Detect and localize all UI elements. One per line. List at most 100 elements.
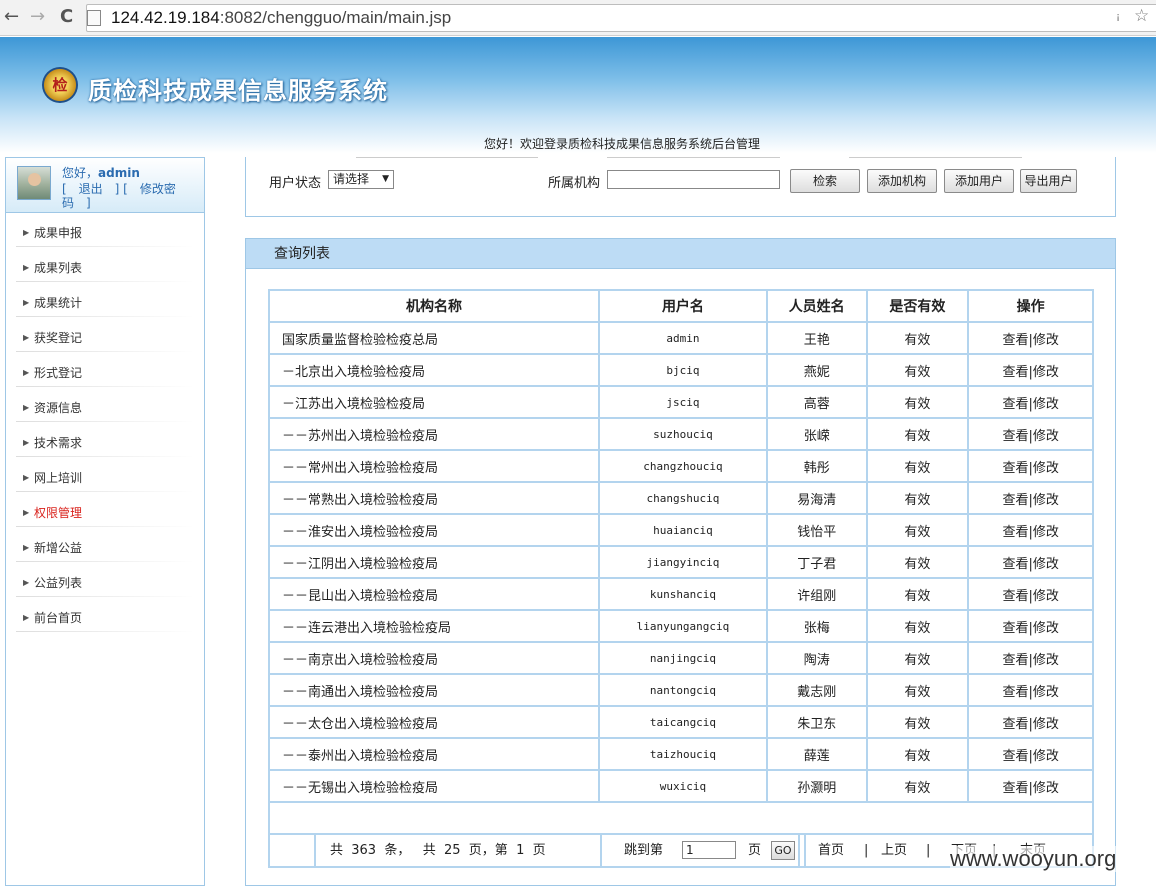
table-row: －－苏州出入境检验检疫局 suzhouciq 张嵘 有效 查看|修改 [267,417,1094,451]
sidebar-item[interactable]: ▶ 成果统计 [6,283,204,318]
valid-cell: 有效 [865,385,970,419]
sidebar-item[interactable]: ▶ 成果列表 [6,248,204,283]
person-name-cell: 韩彤 [765,449,868,483]
view-link[interactable]: 查看 [1002,557,1028,572]
edit-link[interactable]: 修改 [1033,653,1059,668]
forward-icon[interactable]: → [30,6,45,28]
back-icon[interactable]: ← [4,6,19,28]
view-link[interactable]: 查看 [1002,365,1028,380]
sidebar-item-label: 新增公益 [34,541,83,555]
person-name-cell: 朱卫东 [765,705,868,739]
divider [607,157,780,158]
valid-cell: 有效 [865,545,970,579]
view-link[interactable]: 查看 [1002,525,1028,540]
person-name-cell: 钱怡平 [765,513,868,547]
sidebar-item[interactable]: ▶ 资源信息 [6,388,204,423]
username-cell: lianyungangciq [598,609,768,643]
valid-cell: 有效 [865,641,970,675]
first-page-link[interactable]: 首页 [818,835,844,866]
sidebar-item[interactable]: ▶ 形式登记 [6,353,204,388]
table-row: －江苏出入境检验检疫局 jsciq 高蓉 有效 查看|修改 [267,385,1094,419]
sidebar-item[interactable]: ▶ 网上培训 [6,458,204,493]
table-row: －－常州出入境检验检疫局 changzhouciq 韩彤 有效 查看|修改 [267,449,1094,483]
chevron-down-icon: ▼ [382,174,389,184]
sidebar-item-label: 获奖登记 [34,331,83,345]
go-button[interactable]: GO [771,841,795,860]
table-row: －－江阴出入境检验检疫局 jiangyinciq 丁子君 有效 查看|修改 [267,545,1094,579]
search-button[interactable]: 检索 [790,169,860,193]
sidebar-item[interactable]: ▶ 成果申报 [6,213,204,248]
edit-link[interactable]: 修改 [1033,749,1059,764]
chevron-right-icon: ▶ [23,578,30,587]
username-cell: bjciq [598,353,768,387]
edit-link[interactable]: 修改 [1033,685,1059,700]
org-cell: －－昆山出入境检验检疫局 [267,577,601,611]
add-org-button[interactable]: 添加机构 [867,169,937,193]
edit-link[interactable]: 修改 [1033,557,1059,572]
org-label: 所属机构 [548,176,601,191]
page-unit: 页 [748,843,762,858]
view-link[interactable]: 查看 [1002,397,1028,412]
sidebar-item-label: 资源信息 [34,401,83,415]
sidebar-item[interactable]: ▶ 前台首页 [6,598,204,633]
view-link[interactable]: 查看 [1002,749,1028,764]
actions-cell: 查看|修改 [967,385,1094,419]
edit-link[interactable]: 修改 [1033,461,1059,476]
edit-link[interactable]: 修改 [1033,493,1059,508]
table-row: －－南通出入境检验检疫局 nantongciq 戴志刚 有效 查看|修改 [267,673,1094,707]
sidebar-item[interactable]: ▶ 技术需求 [6,423,204,458]
view-link[interactable]: 查看 [1002,333,1028,348]
sidebar-item[interactable]: ▶ 获奖登记 [6,318,204,353]
wrench-icon[interactable]: ꜟ [1116,6,1120,26]
person-name-cell: 许组刚 [765,577,868,611]
view-link[interactable]: 查看 [1002,461,1028,476]
view-link[interactable]: 查看 [1002,781,1028,796]
edit-link[interactable]: 修改 [1033,365,1059,380]
person-name-cell: 易海清 [765,481,868,515]
view-link[interactable]: 查看 [1002,493,1028,508]
separator: | [864,843,869,858]
results-panel: 查询列表 机构名称 用户名 人员姓名 是否有效 操作 国家质量监督检验检疫总局 a… [245,238,1116,886]
edit-link[interactable]: 修改 [1033,717,1059,732]
edit-link[interactable]: 修改 [1033,397,1059,412]
view-link[interactable]: 查看 [1002,717,1028,732]
user-links[interactable]: [ 退出 ] [ 修改密码 ] [62,182,202,210]
edit-link[interactable]: 修改 [1033,429,1059,444]
export-users-button[interactable]: 导出用户 [1020,169,1077,193]
site-banner: 检 质检科技成果信息服务系统 您好！欢迎登录质检科技成果信息服务系统后台管理 [0,37,1156,153]
url-host: 124.42.19.184 [111,8,220,27]
org-input[interactable] [607,170,780,189]
username-cell: kunshanciq [598,577,768,611]
page-number-input[interactable]: 1 [682,841,736,859]
address-bar[interactable]: 124.42.19.184:8082/chengguo/main/main.js… [86,4,1156,32]
org-cell: －－太仓出入境检验检疫局 [267,705,601,739]
divider [849,157,1022,158]
view-link[interactable]: 查看 [1002,429,1028,444]
view-link[interactable]: 查看 [1002,621,1028,636]
edit-link[interactable]: 修改 [1033,589,1059,604]
separator: | [926,843,931,858]
view-link[interactable]: 查看 [1002,653,1028,668]
add-user-button[interactable]: 添加用户 [944,169,1014,193]
reload-icon[interactable]: C [60,6,73,28]
sidebar-item[interactable]: ▶ 新增公益 [6,528,204,563]
username-cell: changshuciq [598,481,768,515]
edit-link[interactable]: 修改 [1033,621,1059,636]
chevron-right-icon: ▶ [23,228,30,237]
actions-cell: 查看|修改 [967,769,1094,803]
prev-page-link[interactable]: 上页 [881,835,907,866]
sidebar-item-label: 成果统计 [34,296,83,310]
view-link[interactable]: 查看 [1002,685,1028,700]
edit-link[interactable]: 修改 [1033,525,1059,540]
sidebar-item[interactable]: ▶ 公益列表 [6,563,204,598]
star-icon[interactable]: ☆ [1134,6,1149,26]
sidebar-item[interactable]: ▶ 权限管理 [6,493,204,528]
org-cell: －－连云港出入境检验检疫局 [267,609,601,643]
view-link[interactable]: 查看 [1002,589,1028,604]
status-select[interactable]: 请选择 ▼ [328,170,394,189]
edit-link[interactable]: 修改 [1033,333,1059,348]
chevron-right-icon: ▶ [23,543,30,552]
divider [356,157,538,158]
person-name-cell: 薛莲 [765,737,868,771]
edit-link[interactable]: 修改 [1033,781,1059,796]
